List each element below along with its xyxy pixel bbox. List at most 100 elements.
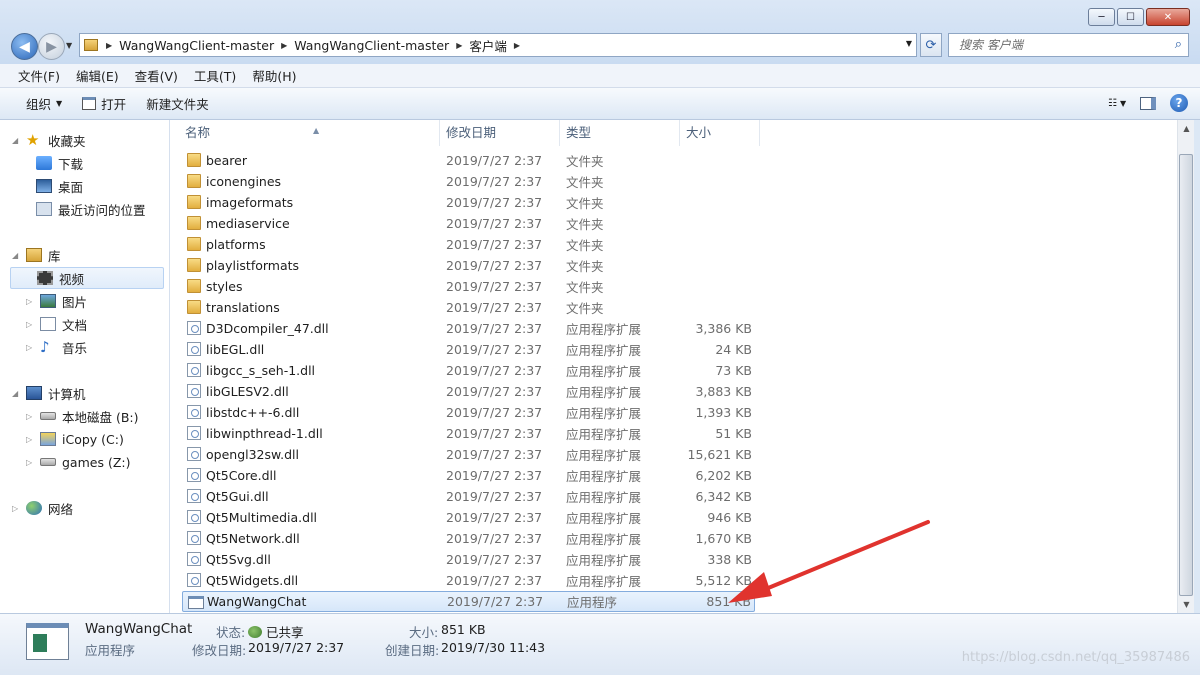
recent-places-icon (36, 202, 52, 216)
back-button[interactable]: ◀ (11, 33, 38, 60)
file-size: 1,393 KB (695, 405, 752, 420)
file-row[interactable]: imageformats 2019/7/27 2:37 文件夹 (182, 192, 755, 213)
address-bar[interactable]: ▶ WangWangClient-master ▶ WangWangClient… (79, 33, 917, 57)
menu-view[interactable]: 查看(V) (127, 66, 186, 85)
file-row[interactable]: mediaservice 2019/7/27 2:37 文件夹 (182, 213, 755, 234)
help-button[interactable]: ? (1170, 94, 1188, 112)
column-date[interactable]: 修改日期 (440, 120, 560, 146)
new-folder-button[interactable]: 新建文件夹 (136, 94, 219, 113)
breadcrumb-separator-icon[interactable]: ▶ (279, 41, 289, 50)
expand-icon[interactable]: ▷ (26, 297, 34, 306)
file-row[interactable]: libwinpthread-1.dll 2019/7/27 2:37 应用程序扩展 5… (182, 423, 755, 444)
file-row[interactable]: Qt5Network.dll 2019/7/27 2:37 应用程序扩展 1,670 … (182, 528, 755, 549)
folder-icon (187, 237, 201, 251)
forward-button[interactable]: ▶ (38, 33, 65, 60)
file-type: 应用程序扩展 (566, 322, 642, 337)
menu-edit[interactable]: 编辑(E) (68, 66, 127, 85)
nav-downloads[interactable]: 下载 (36, 152, 83, 174)
file-row[interactable]: platforms 2019/7/27 2:37 文件夹 (182, 234, 755, 255)
breadcrumb-separator-icon[interactable]: ▶ (454, 41, 464, 50)
close-button[interactable]: ✕ (1146, 8, 1190, 26)
file-row[interactable]: translations 2019/7/27 2:37 文件夹 (182, 297, 755, 318)
column-type[interactable]: 类型 (560, 120, 680, 146)
nav-label: 图片 (62, 294, 88, 310)
expand-icon[interactable]: ▷ (12, 504, 20, 513)
menu-tools[interactable]: 工具(T) (186, 66, 244, 85)
breadcrumb-separator-icon[interactable]: ▶ (512, 41, 522, 50)
file-size: 15,621 KB (687, 447, 752, 462)
scroll-down-icon[interactable]: ▼ (1178, 596, 1195, 613)
file-row[interactable]: Qt5Svg.dll 2019/7/27 2:37 应用程序扩展 338 KB (182, 549, 755, 570)
expand-icon[interactable]: ▷ (26, 320, 34, 329)
breadcrumb-separator-icon[interactable]: ▶ (104, 41, 114, 50)
recent-pages-dropdown[interactable]: ▼ (66, 41, 72, 50)
breadcrumb-item[interactable]: WangWangClient-master (114, 38, 279, 53)
collapse-icon[interactable]: ◢ (12, 389, 20, 398)
maximize-button[interactable]: ☐ (1117, 8, 1144, 26)
file-row[interactable]: Qt5Widgets.dll 2019/7/27 2:37 应用程序扩展 5,512 … (182, 570, 755, 591)
file-size: 5,512 KB (695, 573, 752, 588)
nav-label: games (Z:) (62, 454, 131, 470)
change-view-button[interactable]: ☷ ▼ (1108, 96, 1126, 110)
file-row[interactable]: WangWangChat 2019/7/27 2:37 应用程序 851 KB (182, 591, 755, 612)
file-row[interactable]: playlistformats 2019/7/27 2:37 文件夹 (182, 255, 755, 276)
file-row[interactable]: bearer 2019/7/27 2:37 文件夹 (182, 150, 755, 171)
menu-file[interactable]: 文件(F) (10, 66, 68, 85)
minimize-button[interactable]: ─ (1088, 8, 1115, 26)
nav-recent-places[interactable]: 最近访问的位置 (36, 198, 146, 220)
folder-icon (187, 279, 201, 293)
file-row[interactable]: D3Dcompiler_47.dll 2019/7/27 2:37 应用程序扩展 3,… (182, 318, 755, 339)
nav-documents[interactable]: ▷ 文档 (26, 313, 87, 335)
nav-favorites[interactable]: ◢ ★ 收藏夹 (12, 129, 164, 151)
file-row[interactable]: Qt5Core.dll 2019/7/27 2:37 应用程序扩展 6,202 KB (182, 465, 755, 486)
file-row[interactable]: styles 2019/7/27 2:37 文件夹 (182, 276, 755, 297)
nav-videos[interactable]: 视频 (10, 267, 164, 289)
column-name[interactable]: 名称 ▲ (179, 120, 440, 146)
nav-music[interactable]: ▷ ♪ 音乐 (26, 336, 87, 358)
file-row[interactable]: libGLESV2.dll 2019/7/27 2:37 应用程序扩展 3,883 K… (182, 381, 755, 402)
nav-pictures[interactable]: ▷ 图片 (26, 290, 87, 312)
nav-desktop[interactable]: 桌面 (36, 175, 83, 197)
file-row[interactable]: libstdc++-6.dll 2019/7/27 2:37 应用程序扩展 1,393… (182, 402, 755, 423)
file-row[interactable]: Qt5Multimedia.dll 2019/7/27 2:37 应用程序扩展 946… (182, 507, 755, 528)
scroll-thumb[interactable] (1179, 154, 1193, 596)
nav-libraries[interactable]: ◢ 库 (12, 244, 61, 266)
expand-icon[interactable]: ▷ (26, 412, 34, 421)
refresh-button[interactable]: ⟳ (920, 33, 942, 57)
details-kind: 应用程序 (85, 643, 136, 658)
collapse-icon[interactable]: ◢ (12, 136, 20, 145)
search-icon[interactable]: ⌕ (1175, 37, 1182, 52)
file-name: Qt5Network.dll (206, 531, 300, 546)
nav-disk-b[interactable]: ▷ 本地磁盘 (B:) (26, 405, 139, 427)
file-row[interactable]: libgcc_s_seh-1.dll 2019/7/27 2:37 应用程序扩展 73… (182, 360, 755, 381)
file-row[interactable]: opengl32sw.dll 2019/7/27 2:37 应用程序扩展 15,621… (182, 444, 755, 465)
search-box[interactable]: ⌕ (948, 33, 1189, 57)
file-list: 名称 ▲ 修改日期 类型 大小 bearer 2019/7/27 2:37 文件夹 i… (170, 120, 1177, 613)
file-date: 2019/7/27 2:37 (446, 153, 543, 168)
file-row[interactable]: libEGL.dll 2019/7/27 2:37 应用程序扩展 24 KB (182, 339, 755, 360)
file-row[interactable]: Qt5Gui.dll 2019/7/27 2:37 应用程序扩展 6,342 KB (182, 486, 755, 507)
breadcrumb-item[interactable]: WangWangClient-master (289, 38, 454, 53)
organize-button[interactable]: 组织 ▼ (16, 94, 72, 113)
nav-network[interactable]: ▷ 网络 (12, 497, 73, 519)
details-size-label: 大小: (409, 625, 439, 640)
network-icon (26, 501, 42, 515)
breadcrumb-item[interactable]: 客户端 (464, 36, 512, 55)
vertical-scrollbar[interactable]: ▲ ▼ (1177, 120, 1194, 613)
search-input[interactable] (959, 38, 1159, 52)
preview-pane-button[interactable] (1140, 96, 1156, 110)
column-size[interactable]: 大小 (680, 120, 760, 146)
expand-icon[interactable]: ▷ (26, 458, 34, 467)
open-button[interactable]: 打开 (72, 94, 136, 113)
file-row[interactable]: iconengines 2019/7/27 2:37 文件夹 (182, 171, 755, 192)
collapse-icon[interactable]: ◢ (12, 251, 20, 260)
expand-icon[interactable]: ▷ (26, 435, 34, 444)
address-history-dropdown[interactable]: ▼ (906, 39, 912, 48)
nav-disk-c[interactable]: ▷ iCopy (C:) (26, 428, 124, 450)
navigation-pane: ◢ ★ 收藏夹 下载 桌面 最近访问的位置 ◢ 库 视频 ▷ 图片 ▷ 文档 ▷… (0, 120, 170, 613)
menu-help[interactable]: 帮助(H) (244, 66, 304, 85)
nav-disk-z[interactable]: ▷ games (Z:) (26, 451, 130, 473)
nav-computer[interactable]: ◢ 计算机 (12, 382, 86, 404)
expand-icon[interactable]: ▷ (26, 343, 34, 352)
scroll-up-icon[interactable]: ▲ (1178, 120, 1195, 137)
